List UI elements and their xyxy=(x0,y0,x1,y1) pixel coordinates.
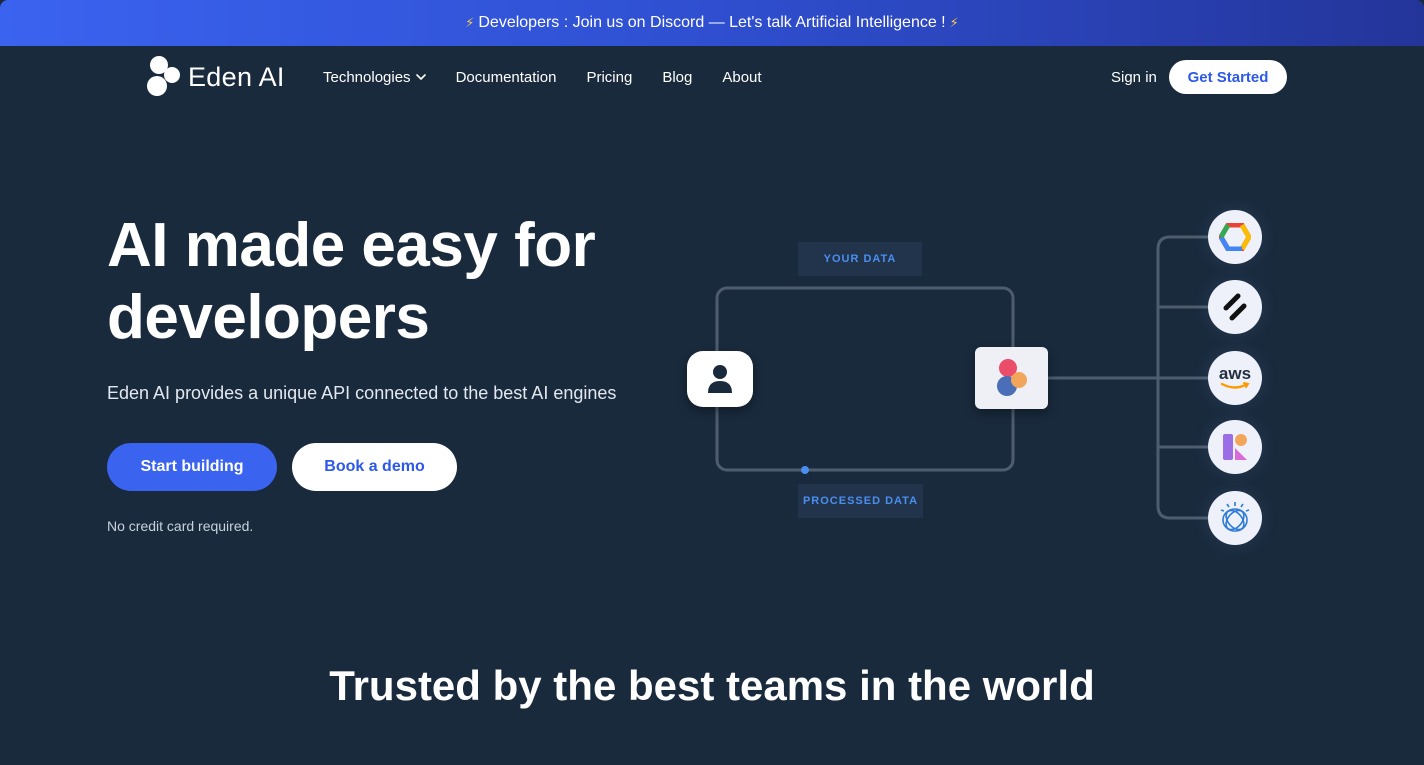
api-flow-diagram: YOUR DATA PROCESSED DATA aws xyxy=(0,0,1424,765)
aws-label: aws xyxy=(1218,364,1252,383)
google-cloud-icon xyxy=(1208,210,1262,264)
eden-logo-color-icon xyxy=(996,359,1027,396)
eden-ai-node xyxy=(975,347,1048,409)
microsoft-azure-icon xyxy=(1208,420,1262,474)
processed-data-label: PROCESSED DATA xyxy=(798,484,923,518)
ibm-watson-icon xyxy=(1208,491,1262,545)
flow-dot xyxy=(801,466,809,474)
aws-icon: aws xyxy=(1208,351,1262,405)
page: ⚡ Developers : Join us on Discord — Let'… xyxy=(0,0,1424,765)
slash-provider-icon xyxy=(1208,280,1262,334)
user-node xyxy=(687,351,753,407)
trusted-section-title: Trusted by the best teams in the world xyxy=(329,662,1095,709)
user-icon xyxy=(708,365,732,393)
your-data-label: YOUR DATA xyxy=(798,242,922,276)
